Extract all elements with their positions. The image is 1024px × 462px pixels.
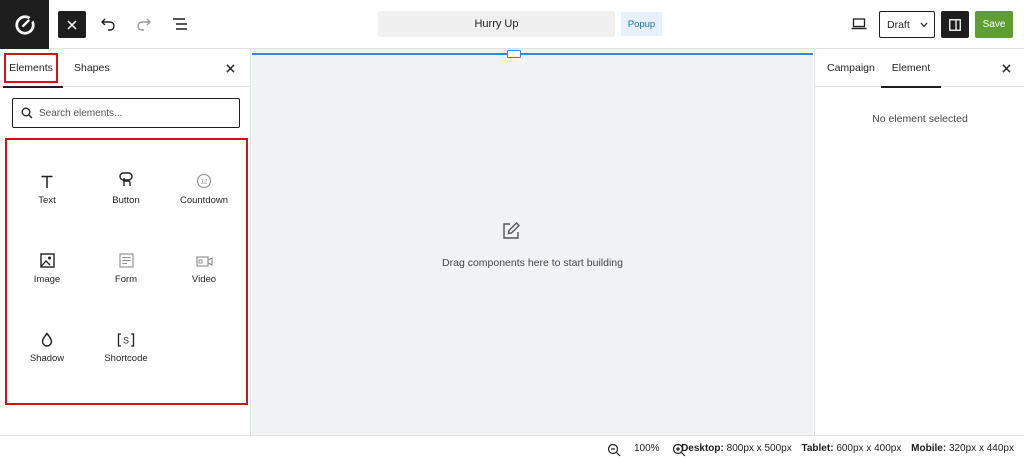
list-view-icon (173, 18, 187, 30)
search-input[interactable] (39, 107, 229, 119)
chevron-down-icon (920, 22, 928, 27)
countdown-icon: 12 (196, 166, 212, 189)
mobile-size: Mobile: 320px x 440px (911, 443, 1014, 454)
element-text[interactable]: Text (10, 140, 84, 206)
left-sidebar: Elements Shapes Text Button 12 Countdown (0, 49, 251, 435)
close-icon (225, 63, 235, 73)
tab-shapes[interactable]: Shapes (74, 49, 110, 87)
svg-text:12: 12 (201, 180, 208, 186)
element-label: Text (38, 195, 56, 206)
element-button[interactable]: Button (89, 140, 163, 206)
tab-label: Campaign (827, 62, 875, 74)
search-box[interactable] (12, 98, 240, 128)
undo-button[interactable] (96, 12, 120, 36)
tab-element[interactable]: Element (881, 49, 941, 88)
element-form[interactable]: Form (89, 219, 163, 285)
tab-label: Shapes (74, 62, 110, 74)
close-icon (67, 19, 77, 30)
zoom-out-icon[interactable] (606, 442, 622, 458)
element-label: Video (191, 274, 217, 285)
shadow-icon (41, 324, 53, 347)
tab-campaign[interactable]: Campaign (827, 49, 875, 87)
right-tabs: Campaign Element (815, 49, 1024, 88)
redo-button[interactable] (132, 12, 156, 36)
element-label: Form (114, 274, 138, 285)
device-sizes: Desktop: 800px x 500px Tablet: 600px x 4… (681, 443, 1014, 454)
save-button[interactable]: Save (975, 11, 1013, 38)
logo[interactable] (0, 0, 49, 49)
close-icon (1001, 63, 1011, 73)
size-value: 800px x 500px (726, 443, 792, 454)
element-label: Countdown (179, 195, 229, 206)
canvas-empty-text: Drag components here to start building (442, 257, 623, 269)
device-preview-button[interactable] (849, 13, 869, 35)
svg-text:S: S (123, 336, 129, 346)
status-footer: 100% Desktop: 800px x 500px Tablet: 600p… (0, 435, 1024, 462)
search-icon (21, 107, 33, 119)
popup-badge: Popup (621, 12, 662, 36)
element-video[interactable]: Video (167, 219, 241, 285)
element-label: Button (112, 195, 140, 206)
right-sidebar: Campaign Element No element selected (814, 49, 1024, 435)
element-shortcode[interactable]: S Shortcode (89, 298, 163, 364)
resize-handle[interactable] (507, 50, 521, 58)
close-editor-button[interactable] (58, 11, 86, 38)
size-label: Mobile: (911, 443, 947, 454)
shortcode-icon: S (117, 324, 135, 347)
highlight-box (4, 53, 58, 83)
zoom-level: 100% (634, 443, 660, 454)
form-icon (118, 245, 134, 268)
status-select[interactable]: Draft (879, 11, 935, 38)
size-label: Tablet: (801, 443, 834, 454)
canvas[interactable]: Drag components here to start building (252, 49, 813, 435)
close-left-panel-button[interactable] (221, 58, 239, 78)
element-label: Image (33, 274, 61, 285)
size-value: 320px x 440px (948, 443, 1014, 454)
left-tabs: Elements Shapes (0, 49, 251, 88)
status-value: Draft (887, 18, 910, 31)
list-view-button[interactable] (168, 12, 192, 36)
sidebar-toggle-button[interactable] (941, 11, 969, 38)
canvas-top-border (252, 53, 813, 55)
button-icon (118, 166, 134, 189)
laptop-icon (851, 18, 867, 30)
size-value: 600px x 400px (836, 443, 902, 454)
redo-icon (137, 18, 151, 31)
size-label: Desktop: (681, 443, 724, 454)
sidebar-toggle-icon (949, 18, 961, 31)
element-label: Shortcode (104, 353, 148, 364)
text-icon (40, 166, 54, 189)
desktop-size: Desktop: 800px x 500px (681, 443, 792, 454)
element-shadow[interactable]: Shadow (10, 298, 84, 364)
element-label: Shadow (29, 353, 65, 364)
tablet-size: Tablet: 600px x 400px (801, 443, 901, 454)
image-icon (39, 245, 55, 268)
element-countdown[interactable]: 12 Countdown (167, 140, 241, 206)
video-icon (195, 245, 213, 268)
element-image[interactable]: Image (10, 219, 84, 285)
campaign-title[interactable]: Hurry Up (378, 11, 615, 37)
tab-elements[interactable]: Elements (3, 49, 63, 88)
close-right-panel-button[interactable] (997, 58, 1015, 78)
top-toolbar: Hurry Up Popup Draft Save (0, 0, 1024, 49)
logo-icon (14, 14, 35, 35)
edit-icon (503, 222, 520, 239)
undo-icon (101, 18, 115, 31)
tab-label: Element (891, 62, 931, 74)
no-element-selected-text: No element selected (872, 113, 968, 125)
